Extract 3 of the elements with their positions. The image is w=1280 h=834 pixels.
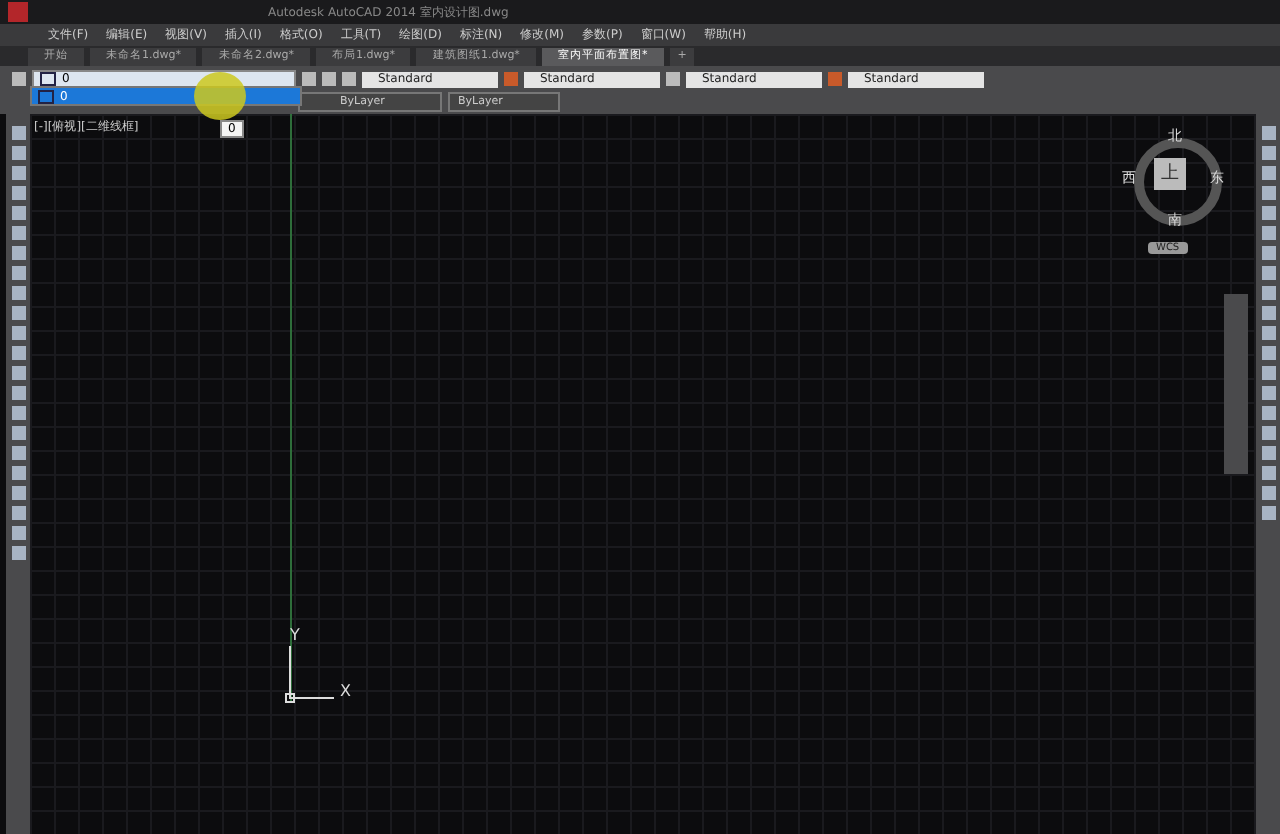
axis-label: Y [290, 626, 300, 644]
axis-label: X [340, 682, 351, 700]
cube-face[interactable]: 上 [1154, 158, 1186, 190]
